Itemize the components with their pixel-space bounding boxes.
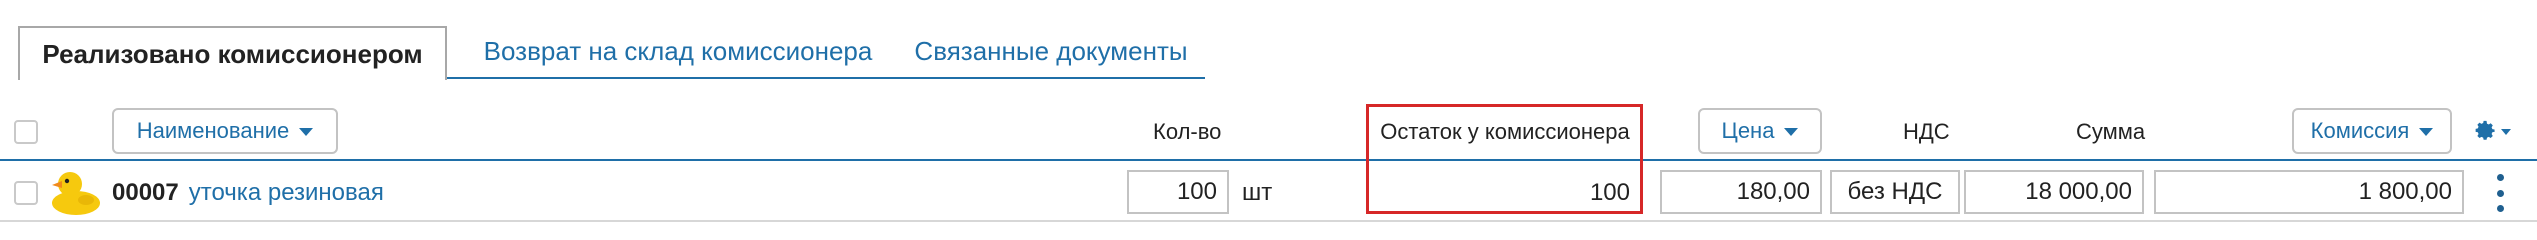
header-divider xyxy=(0,159,2537,161)
duck-image xyxy=(52,172,100,215)
gear-icon xyxy=(2475,120,2495,140)
sum-column-header: Сумма xyxy=(2076,119,2146,144)
tabs-underline xyxy=(446,77,1205,79)
commission-column-button[interactable]: Комиссия xyxy=(2292,108,2452,154)
chevron-down-icon xyxy=(2501,129,2511,135)
qty-input[interactable]: 100 xyxy=(1127,170,1229,214)
chevron-down-icon xyxy=(2419,128,2434,136)
column-settings-button[interactable] xyxy=(2475,116,2511,146)
tab-return-to-warehouse[interactable]: Возврат на склад комиссионера xyxy=(468,26,888,77)
chevron-down-icon xyxy=(1784,128,1799,136)
vat-value: без НДС xyxy=(1847,178,1943,205)
unit-label: шт xyxy=(1242,179,1273,206)
price-column-button[interactable]: Цена xyxy=(1698,108,1822,154)
qty-column-header: Кол-во xyxy=(1153,119,1222,144)
name-column-button[interactable]: Наименование xyxy=(112,108,338,154)
tab-label: Возврат на склад комиссионера xyxy=(483,36,873,66)
row-menu-icon[interactable] xyxy=(2496,174,2504,212)
product-name-link[interactable]: уточка резиновая xyxy=(189,179,384,207)
commission-value: 1 800,00 xyxy=(2358,178,2452,205)
qty-value: 100 xyxy=(1176,178,1217,205)
vat-column-header: НДС xyxy=(1903,119,1950,144)
product-cell: 00007 уточка резиновая xyxy=(112,176,384,210)
remainder-value: 100 xyxy=(1589,179,1630,206)
row-checkbox[interactable] xyxy=(14,181,38,205)
sum-value: 18 000,00 xyxy=(2025,178,2132,205)
commission-column-label: Комиссия xyxy=(2310,118,2410,143)
tab-label: Связанные документы xyxy=(914,36,1188,66)
tab-label: Реализовано комиссионером xyxy=(42,38,423,69)
price-column-label: Цена xyxy=(1721,118,1775,143)
tab-related-documents[interactable]: Связанные документы xyxy=(906,26,1196,77)
tab-sold-by-commissioner[interactable]: Реализовано комиссионером xyxy=(18,26,447,80)
product-code: 00007 xyxy=(112,179,179,206)
duck-thumbnail[interactable] xyxy=(46,166,104,218)
select-all-checkbox[interactable] xyxy=(14,120,38,144)
row-divider xyxy=(0,220,2537,222)
remainder-highlight-top xyxy=(1366,104,1643,154)
name-column-label: Наименование xyxy=(136,118,290,143)
vat-select[interactable]: без НДС xyxy=(1830,170,1960,214)
commission-input[interactable]: 1 800,00 xyxy=(2154,170,2464,214)
sum-input[interactable]: 18 000,00 xyxy=(1964,170,2144,214)
price-value: 180,00 xyxy=(1736,178,1810,205)
chevron-down-icon xyxy=(299,128,314,136)
price-input[interactable]: 180,00 xyxy=(1660,170,1822,214)
